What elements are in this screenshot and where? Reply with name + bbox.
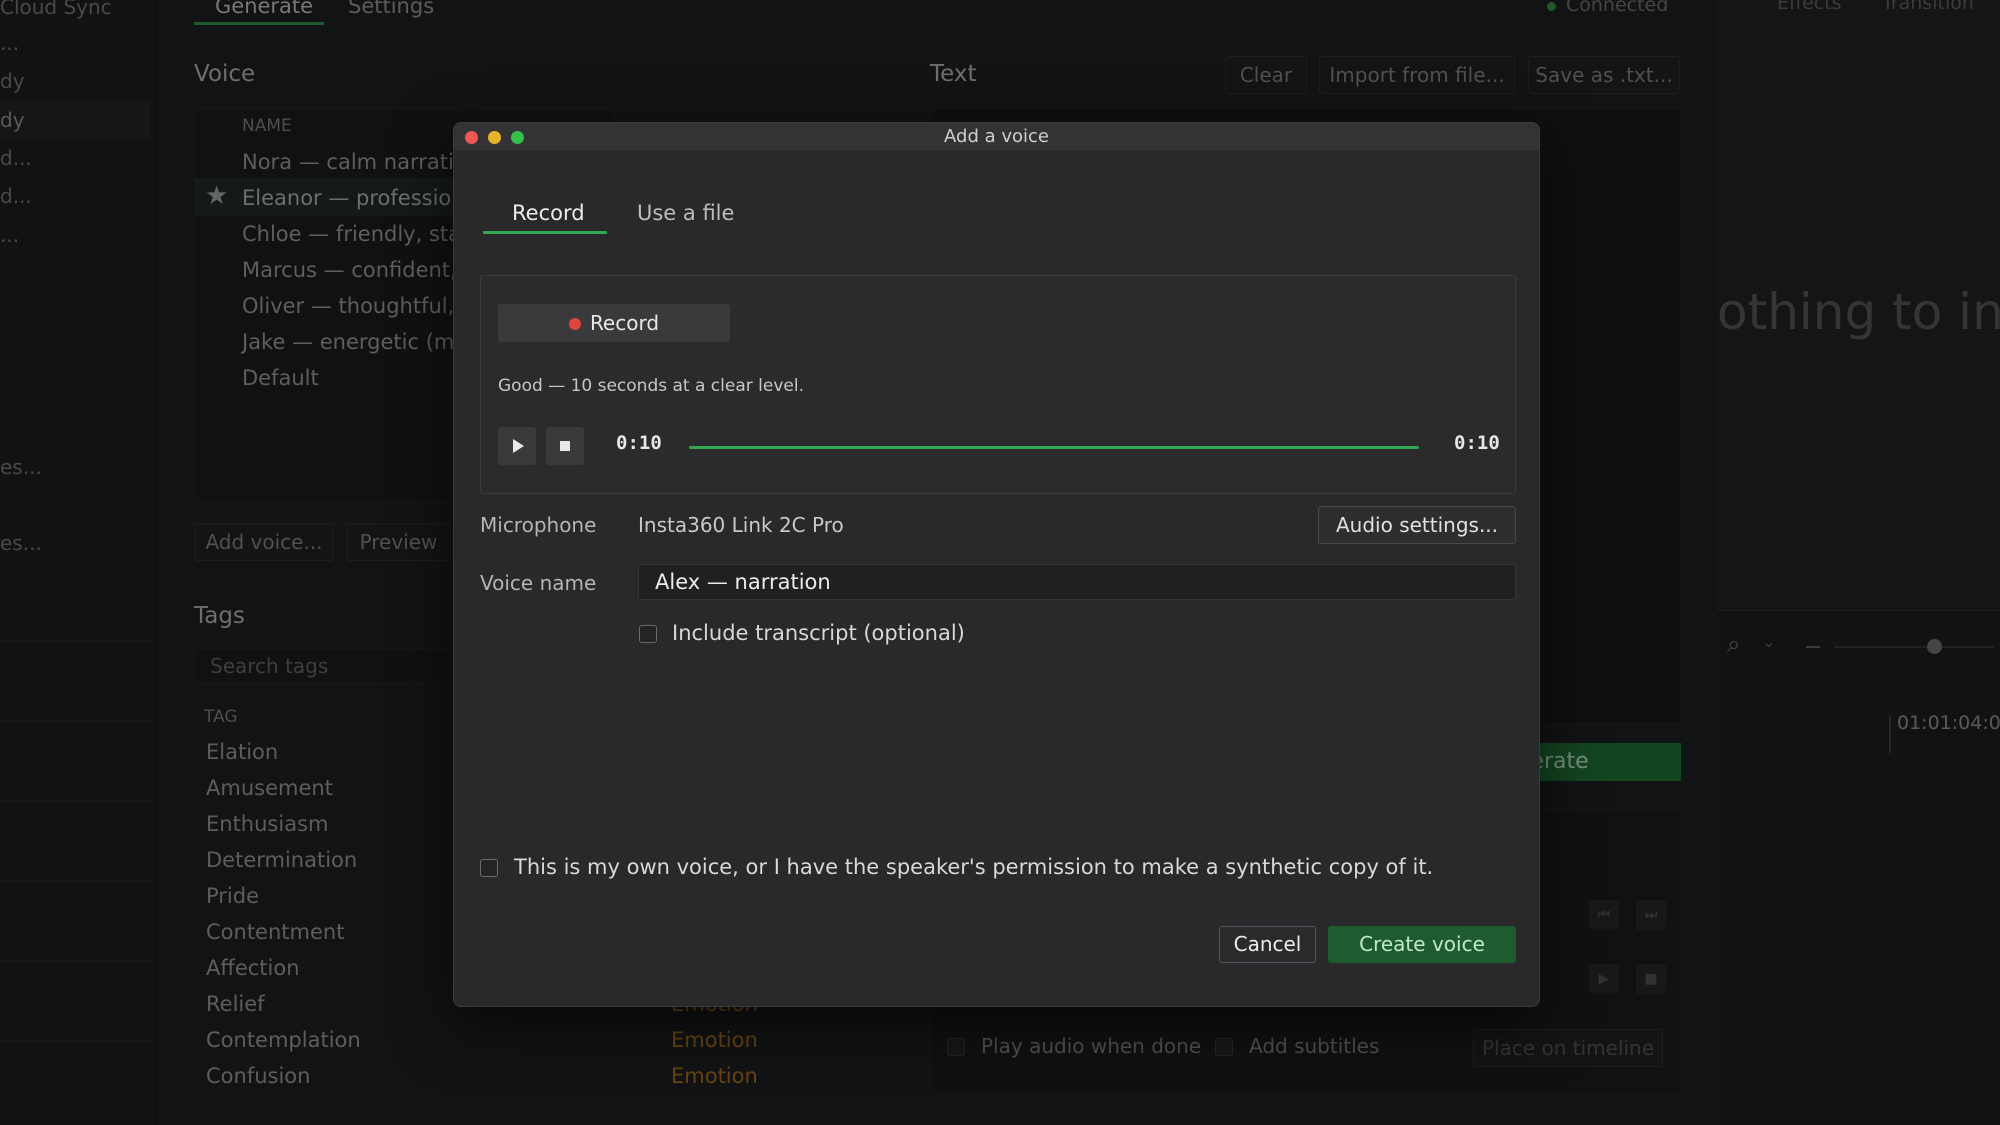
voice-name-field[interactable]	[638, 564, 1516, 600]
playback-progress-fill	[689, 446, 1419, 449]
cancel-button[interactable]: Cancel	[1219, 926, 1316, 963]
tab-use-file[interactable]: Use a file	[637, 201, 734, 225]
record-dot-icon	[568, 318, 581, 330]
tab-record-underline	[483, 231, 607, 234]
recording-status: Good — 10 seconds at a clear level.	[498, 376, 804, 396]
add-voice-dialog: Add a voice Record Use a file Record Goo…	[453, 122, 1540, 1007]
time-current: 0:10	[616, 432, 662, 454]
playback-progress[interactable]	[689, 446, 1419, 449]
create-voice-button[interactable]: Create voice	[1328, 926, 1516, 963]
voice-name-label: Voice name	[480, 571, 597, 595]
transcript-label: Include transcript (optional)	[672, 621, 965, 645]
time-total: 0:10	[1454, 432, 1500, 454]
transcript-checkbox[interactable]	[639, 625, 657, 643]
microphone-value: Insta360 Link 2C Pro	[638, 513, 844, 537]
stop-button[interactable]	[546, 427, 584, 465]
dialog-title: Add a voice	[944, 126, 1049, 147]
dialog-titlebar: Add a voice	[454, 123, 1539, 151]
record-button[interactable]: Record	[498, 304, 730, 342]
tab-record[interactable]: Record	[512, 201, 585, 225]
play-button[interactable]	[498, 427, 536, 465]
consent-checkbox[interactable]	[480, 859, 498, 877]
stop-icon	[560, 441, 570, 451]
audio-settings-button[interactable]: Audio settings...	[1318, 506, 1516, 544]
microphone-label: Microphone	[480, 513, 597, 537]
play-icon	[513, 439, 524, 453]
recording-panel: Record Good — 10 seconds at a clear leve…	[480, 275, 1516, 494]
consent-label: This is my own voice, or I have the spea…	[514, 855, 1434, 879]
